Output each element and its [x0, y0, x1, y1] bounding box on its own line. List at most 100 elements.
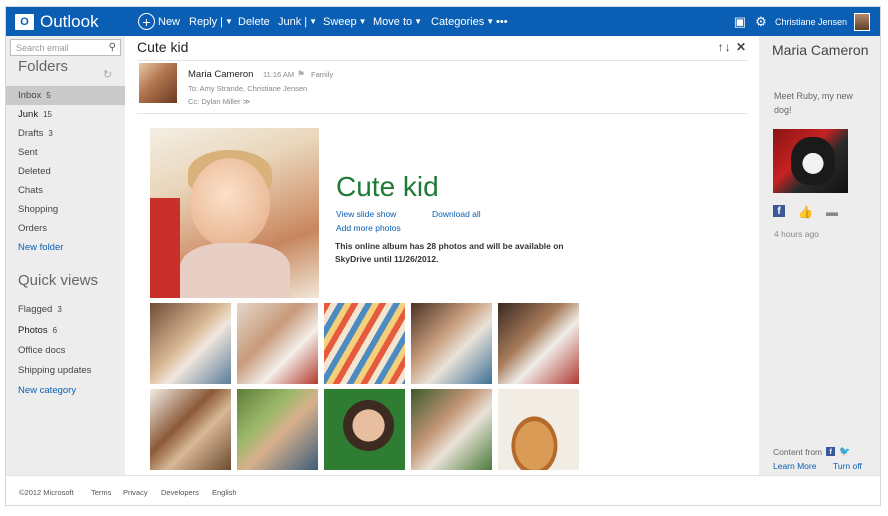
- divider: [137, 60, 747, 61]
- quick-view-photos[interactable]: Photos 6: [6, 321, 125, 340]
- junk-button[interactable]: Junk | ▼: [278, 7, 317, 36]
- privacy-link[interactable]: Privacy: [123, 488, 148, 497]
- photo-thumbnail[interactable]: [237, 389, 318, 470]
- folder-label: Inbox: [18, 90, 42, 101]
- folder-orders[interactable]: Orders: [6, 219, 125, 238]
- search-icon[interactable]: ⚲: [109, 42, 116, 53]
- search-placeholder: Search email: [16, 43, 69, 53]
- search-input[interactable]: Search email ⚲: [10, 39, 121, 56]
- photo-thumbnail[interactable]: [324, 389, 405, 470]
- divider: [137, 113, 747, 114]
- new-folder-link[interactable]: New folder: [6, 238, 125, 257]
- terms-link[interactable]: Terms: [91, 488, 111, 497]
- folder-count: 3: [48, 129, 53, 138]
- learn-more-link[interactable]: Learn More: [773, 461, 816, 471]
- album-cover-photo[interactable]: [150, 128, 319, 298]
- language-link[interactable]: English: [212, 488, 237, 497]
- folder-chats[interactable]: Chats: [6, 181, 125, 200]
- photo-thumbnail[interactable]: [498, 303, 579, 384]
- chevron-down-icon: ▼: [358, 17, 367, 26]
- folder-sent[interactable]: Sent: [6, 143, 125, 162]
- contact-name[interactable]: Maria Cameron: [772, 41, 872, 59]
- categories-button[interactable]: Categories ▼: [431, 7, 494, 36]
- photo-thumbnail[interactable]: [324, 303, 405, 384]
- messaging-icon[interactable]: ▣: [733, 14, 747, 29]
- reply-label: Reply |: [189, 15, 224, 28]
- folder-count: 15: [43, 110, 52, 119]
- photo-thumbnail[interactable]: [411, 389, 492, 470]
- folder-label: Sent: [18, 147, 38, 158]
- developers-link[interactable]: Developers: [161, 488, 199, 497]
- avatar[interactable]: [854, 12, 870, 31]
- new-label: New: [158, 15, 181, 28]
- quick-view-label: Office docs: [18, 345, 66, 356]
- refresh-icon[interactable]: ↻: [103, 68, 112, 81]
- photo-thumbnail[interactable]: [150, 389, 231, 470]
- user-name[interactable]: Christiane Jensen: [775, 17, 847, 27]
- folder-deleted[interactable]: Deleted: [6, 162, 125, 181]
- move-to-button[interactable]: Move to ▼: [373, 7, 422, 36]
- folder-label: Deleted: [18, 166, 51, 177]
- photo-thumbnail[interactable]: [150, 303, 231, 384]
- quick-view-label: Shipping updates: [18, 365, 92, 376]
- chevron-down-icon: ▼: [414, 17, 423, 26]
- folder-label: Chats: [18, 185, 43, 196]
- categories-label: Categories: [431, 15, 485, 28]
- message-time: 11:16 AM: [263, 70, 295, 79]
- folder-count: 5: [46, 91, 51, 100]
- photo-thumbnail[interactable]: [498, 389, 579, 470]
- left-navigation: Search email ⚲ Folders ↻ Inbox 5 Junk 15 D…: [6, 36, 125, 475]
- copyright: ©2012 Microsoft: [19, 488, 74, 497]
- new-button[interactable]: + New: [138, 7, 180, 36]
- gear-icon[interactable]: ⚙: [754, 14, 768, 29]
- folder-inbox[interactable]: Inbox 5: [6, 86, 125, 105]
- comment-icon[interactable]: ▬: [826, 205, 838, 219]
- like-icon[interactable]: 👍: [798, 205, 813, 219]
- add-more-photos-link[interactable]: Add more photos: [336, 223, 401, 233]
- folder-drafts[interactable]: Drafts 3: [6, 124, 125, 143]
- brand[interactable]: O Outlook: [15, 12, 99, 32]
- delete-button[interactable]: Delete: [238, 7, 270, 36]
- sender-avatar[interactable]: [139, 63, 177, 103]
- outlook-window: O Outlook + New Reply | ▼ Delete Junk | ▼ …: [5, 6, 881, 506]
- sender-name[interactable]: Maria Cameron: [188, 69, 253, 80]
- folder-shopping[interactable]: Shopping: [6, 200, 125, 219]
- chevron-down-icon: ▼: [309, 17, 318, 26]
- content-from: Content from f 🐦: [773, 446, 850, 457]
- quick-view-count: 3: [57, 305, 62, 314]
- quick-view-shipping[interactable]: Shipping updates: [6, 361, 125, 380]
- folder-label: Drafts: [18, 128, 44, 139]
- folder-label: Shopping: [18, 204, 59, 215]
- user-area: ▣ ⚙ Christiane Jensen: [733, 7, 870, 36]
- message-subject: Cute kid: [137, 39, 189, 55]
- sweep-label: Sweep: [323, 15, 357, 28]
- chevron-down-icon: ▼: [486, 17, 495, 26]
- folder-junk[interactable]: Junk 15: [6, 105, 125, 124]
- more-label: •••: [496, 15, 508, 28]
- album-title: Cute kid: [336, 171, 439, 202]
- status-photo[interactable]: [773, 129, 848, 193]
- message-nav-close-icons[interactable]: ↑↓ ✕: [718, 40, 747, 54]
- photo-thumbnail[interactable]: [411, 303, 492, 384]
- more-button[interactable]: •••: [496, 7, 508, 36]
- quick-view-label: Photos: [18, 325, 48, 336]
- social-pane: Maria Cameron Meet Ruby, my new dog! f 👍…: [759, 36, 880, 475]
- download-all-link[interactable]: Download all: [432, 209, 481, 219]
- quick-views-heading: Quick views: [18, 272, 99, 289]
- turn-off-link[interactable]: Turn off: [833, 461, 862, 471]
- chevron-down-icon: ▼: [225, 17, 233, 26]
- flag-icon[interactable]: ⚑: [297, 69, 305, 80]
- view-slide-show-link[interactable]: View slide show: [336, 209, 396, 219]
- facebook-icon[interactable]: f: [773, 205, 785, 217]
- recipients-cc[interactable]: Cc: Dylan Miller ≫: [188, 97, 250, 106]
- top-command-bar: O Outlook + New Reply | ▼ Delete Junk | ▼ …: [6, 7, 880, 36]
- move-to-label: Move to: [373, 15, 413, 28]
- quick-view-office-docs[interactable]: Office docs: [6, 341, 125, 360]
- sweep-button[interactable]: Sweep ▼: [323, 7, 367, 36]
- quick-view-label: Flagged: [18, 304, 53, 315]
- new-category-link[interactable]: New category: [6, 381, 125, 400]
- reply-button[interactable]: Reply | ▼: [189, 7, 233, 36]
- photo-thumbnail[interactable]: [237, 303, 318, 384]
- album-note: This online album has 28 photos and will…: [335, 241, 564, 264]
- quick-view-flagged[interactable]: Flagged 3: [6, 300, 125, 319]
